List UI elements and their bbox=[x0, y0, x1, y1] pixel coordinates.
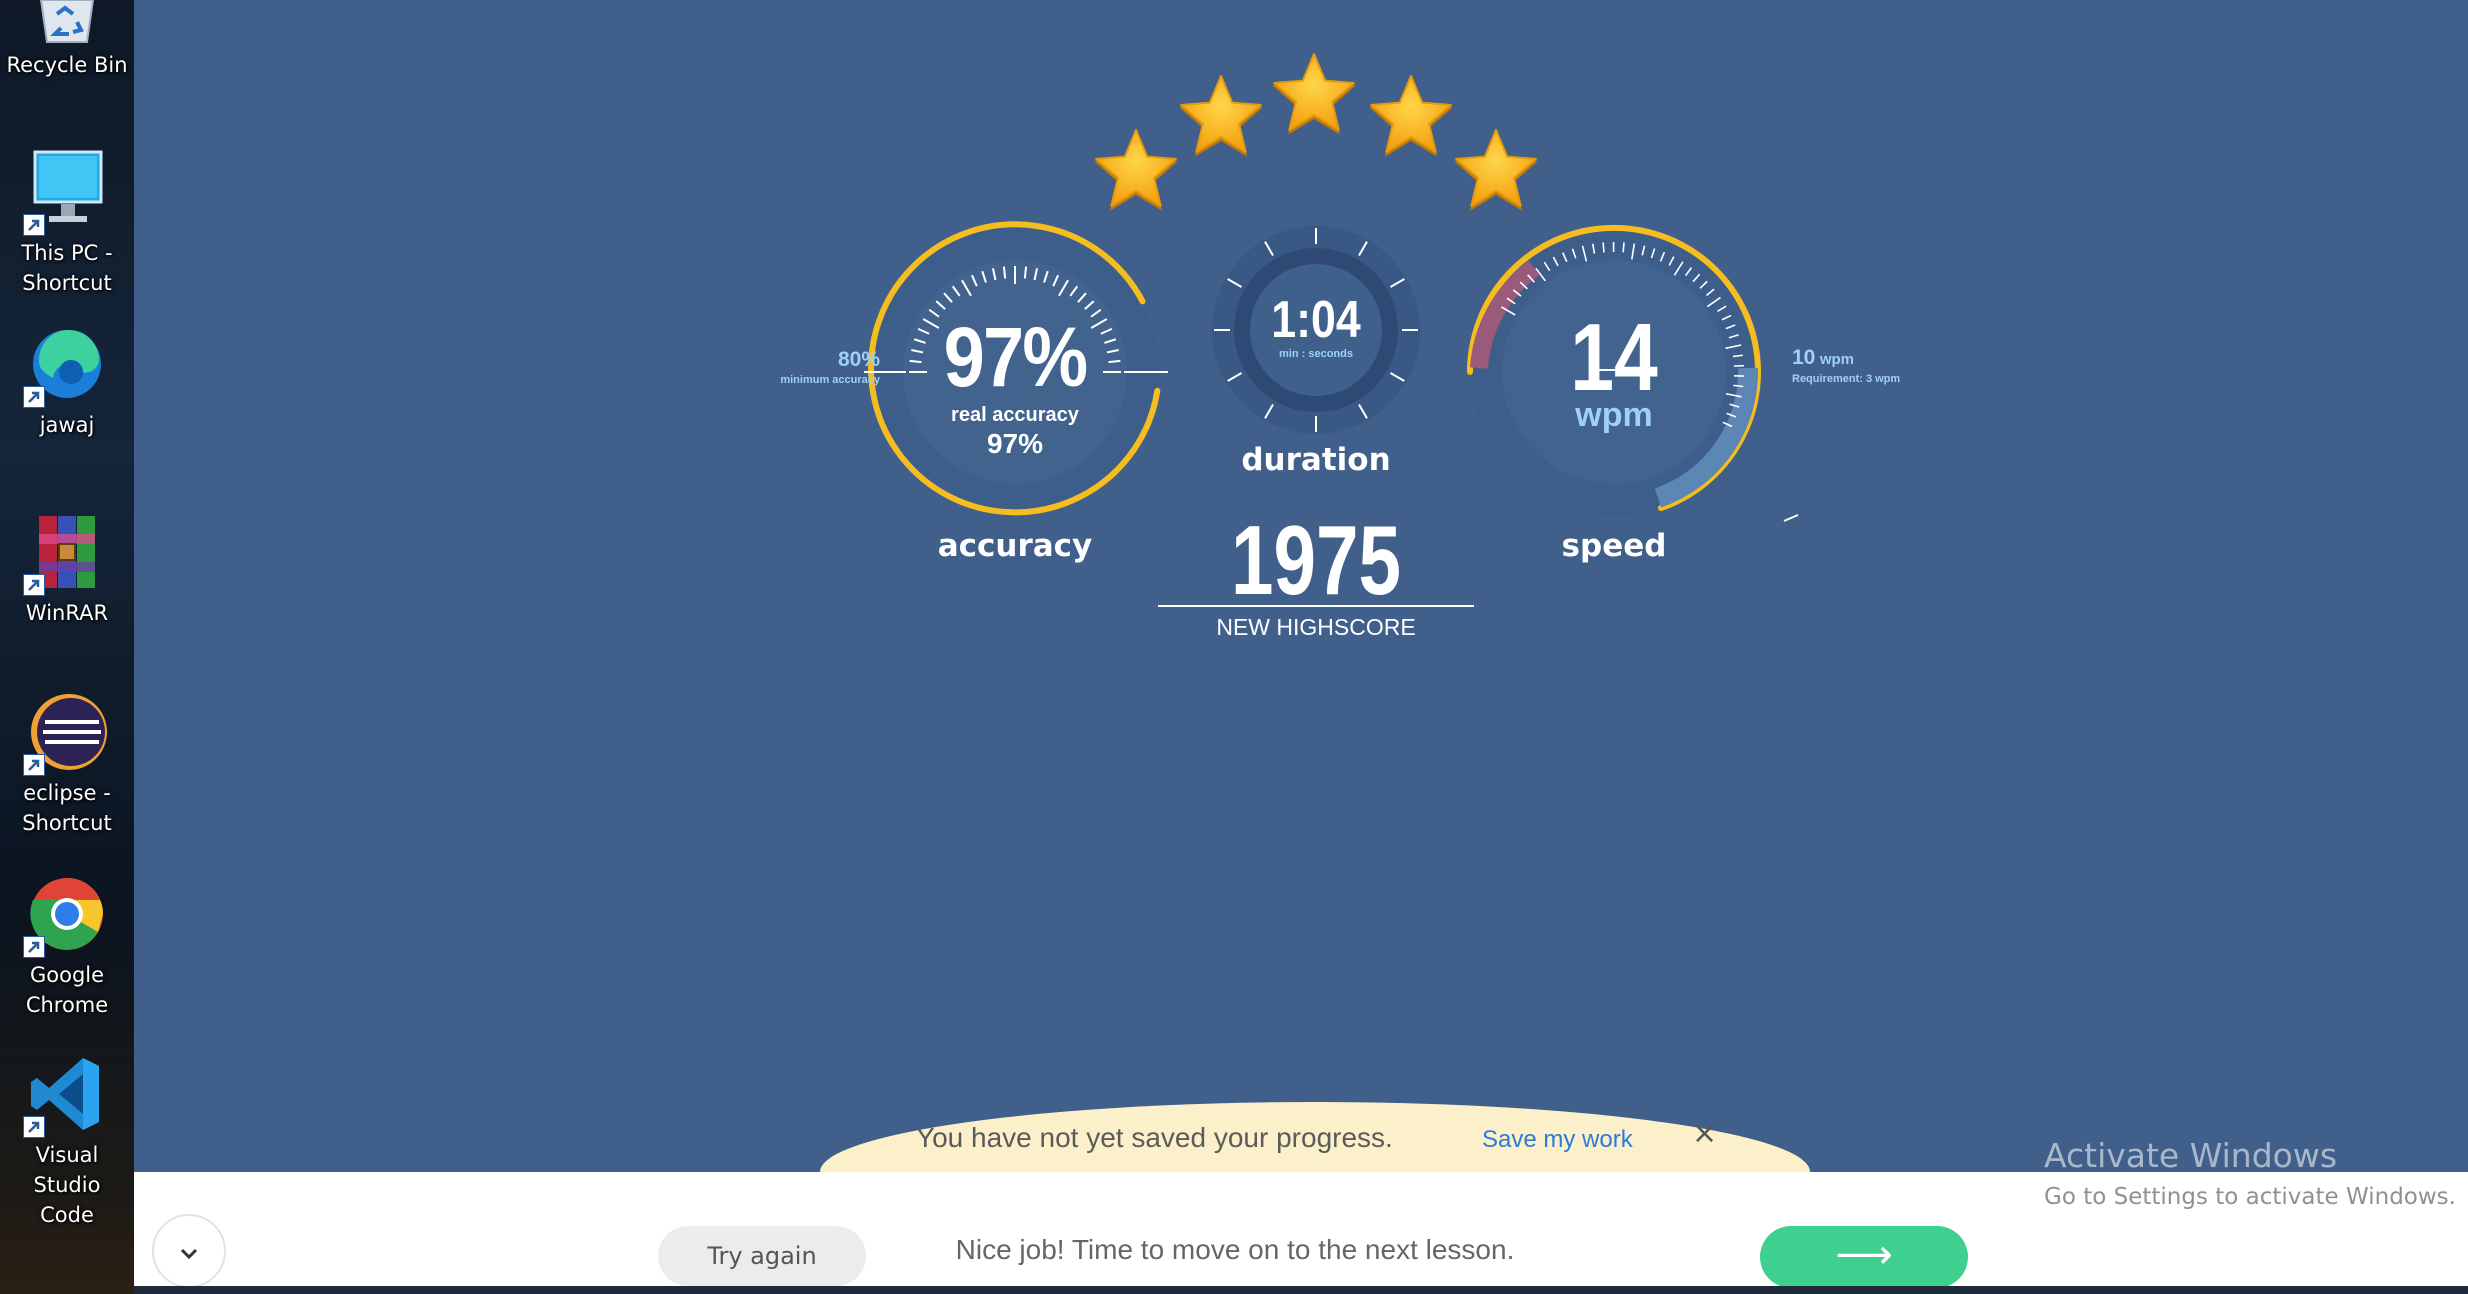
shortcut-arrow-icon bbox=[23, 574, 45, 596]
speed-target-unit: wpm bbox=[1819, 351, 1854, 368]
desktop-icon-google-chrome[interactable]: Google Chrome bbox=[0, 872, 134, 1020]
shortcut-arrow-icon bbox=[23, 214, 45, 236]
duration-unit: min : seconds bbox=[1279, 348, 1353, 360]
speed-needle bbox=[1783, 514, 1799, 522]
shortcut-arrow-icon bbox=[23, 386, 45, 408]
desktop-icon-label: Recycle Bin bbox=[6, 53, 128, 77]
speed-tick bbox=[1733, 384, 1744, 388]
duration-label: duration bbox=[1241, 442, 1391, 478]
save-my-work-link[interactable]: Save my work bbox=[1482, 1126, 1633, 1154]
speed-value: 14 bbox=[1570, 304, 1658, 411]
results-panel: 97% real accuracy 97% accuracy 80% minim… bbox=[134, 0, 2468, 1172]
desktop-icon-label: Google Chrome bbox=[25, 963, 109, 1017]
min-accuracy-value: 80% bbox=[837, 348, 880, 371]
activate-windows-subtitle: Go to Settings to activate Windows. bbox=[2044, 1184, 2456, 1210]
shortcut-arrow-icon bbox=[23, 754, 45, 776]
highscore-value: 1975 bbox=[1230, 505, 1402, 615]
next-lesson-button[interactable]: ⟶ bbox=[1760, 1226, 1968, 1288]
desktop-icon-this-pc[interactable]: This PC - Shortcut bbox=[0, 150, 134, 298]
duration-value: 1:04 bbox=[1271, 291, 1361, 349]
desktop-icon-recycle-bin[interactable]: Recycle Bin bbox=[0, 0, 134, 80]
desktop-icon-label: jawaj bbox=[39, 413, 95, 437]
speed-label: speed bbox=[1561, 528, 1667, 564]
recycle-bin-icon bbox=[39, 0, 95, 43]
desktop-icon-label: eclipse - Shortcut bbox=[22, 781, 112, 835]
desktop-icon-eclipse[interactable]: eclipse - Shortcut bbox=[0, 690, 134, 838]
accuracy-value: 97% bbox=[943, 310, 1088, 404]
desktop-icon-label: WinRAR bbox=[25, 601, 109, 625]
shortcut-arrow-icon bbox=[23, 1116, 45, 1138]
speed-tick bbox=[1622, 242, 1625, 253]
desktop-icon-visual-studio-code[interactable]: Visual Studio Code bbox=[0, 1052, 134, 1230]
close-banner-icon[interactable]: × bbox=[1692, 1116, 1717, 1151]
accuracy-tick bbox=[1002, 266, 1007, 279]
shortcut-arrow-icon bbox=[23, 936, 45, 958]
highscore-label: NEW HIGHSCORE bbox=[1216, 614, 1416, 640]
accuracy-label: accuracy bbox=[937, 528, 1093, 564]
accuracy-tick bbox=[1023, 266, 1028, 279]
footer-message: Nice job! Time to move on to the next le… bbox=[955, 1234, 1515, 1265]
speed-tick bbox=[1602, 242, 1605, 253]
activate-windows-title: Activate Windows bbox=[2044, 1136, 2338, 1175]
save-progress-message: You have not yet saved your progress. bbox=[916, 1122, 1393, 1153]
desktop-icon-jawaj[interactable]: jawaj bbox=[0, 322, 134, 440]
desktop-icon-winrar[interactable]: WinRAR bbox=[0, 510, 134, 628]
star-rating bbox=[1094, 53, 1538, 211]
speed-target: 10 wpm bbox=[1792, 346, 1992, 370]
taskbar-edge bbox=[134, 1286, 2468, 1294]
real-accuracy-value: 97% bbox=[986, 428, 1044, 459]
real-accuracy-label: real accuracy bbox=[951, 404, 1079, 426]
speed-requirement: Requirement: 3 wpm bbox=[1792, 373, 1901, 385]
desktop-icon-label: Visual Studio Code bbox=[33, 1143, 101, 1227]
desktop-icons: Recycle Bin This PC - Shortcut jawaj Win… bbox=[0, 0, 134, 1294]
speed-target-value: 10 bbox=[1792, 346, 1816, 369]
arrow-right-icon: ⟶ bbox=[1835, 1232, 1893, 1278]
speed-unit: wpm bbox=[1575, 396, 1653, 434]
desktop-icon-label: This PC - Shortcut bbox=[21, 241, 113, 295]
min-accuracy-label: minimum accuracy bbox=[780, 374, 880, 386]
